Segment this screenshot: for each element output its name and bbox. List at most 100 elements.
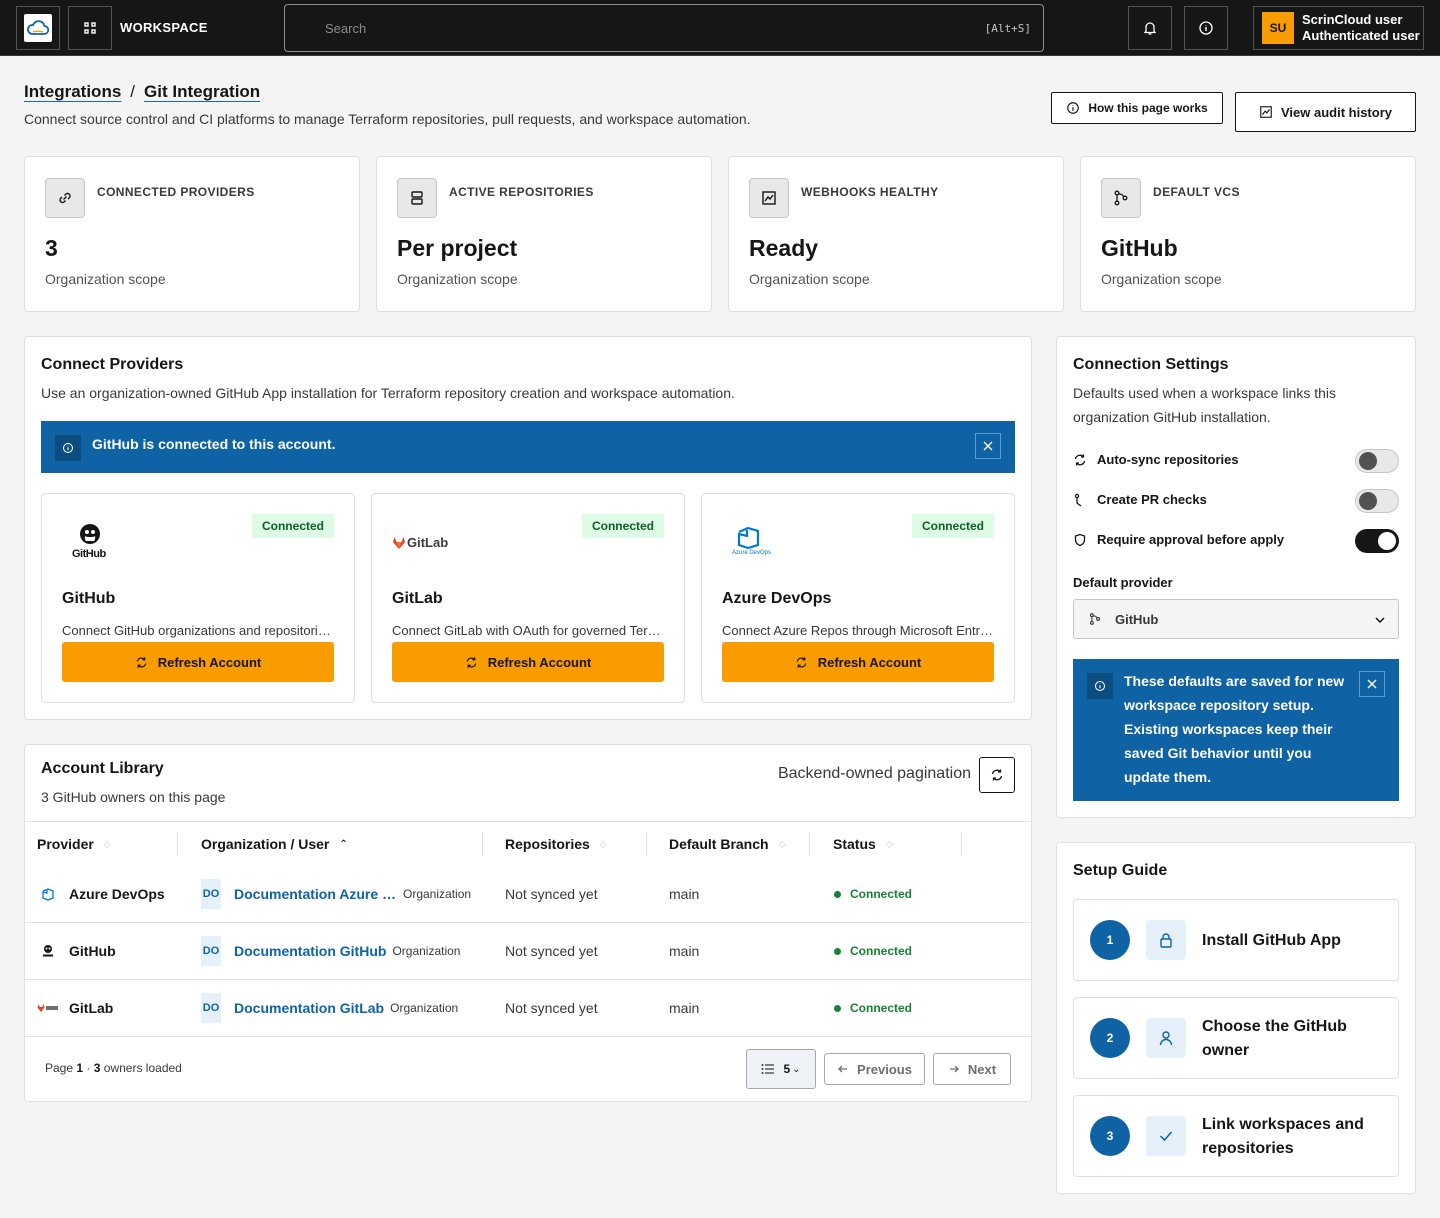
server-icon: [397, 178, 437, 218]
page-size-select[interactable]: 5 ⌄: [746, 1049, 816, 1089]
previous-page-button[interactable]: Previous: [824, 1053, 925, 1085]
provider-card-azure-devops: Azure DevOps Connected Azure DevOps Conn…: [701, 493, 1015, 703]
arrow-right-icon: [949, 1065, 959, 1073]
setup-step-3[interactable]: 3 Link workspaces and repositories: [1073, 1095, 1399, 1177]
github-logo-text: GitHub: [72, 548, 106, 560]
refresh-account-button[interactable]: Refresh Account: [62, 642, 334, 682]
breadcrumb-integrations[interactable]: Integrations: [24, 82, 121, 102]
view-audit-history-label: View audit history: [1280, 104, 1392, 120]
table-row[interactable]: Azure DevOps DO Documentation Azure DevOp…: [25, 866, 1031, 923]
refresh-library-button[interactable]: [979, 757, 1015, 793]
search-input[interactable]: [325, 17, 925, 39]
step-label: Install GitHub App: [1202, 932, 1341, 949]
provider-cell: GitLab: [69, 1000, 114, 1016]
branch-icon: [1089, 613, 1101, 625]
column-label: Default Branch: [669, 836, 769, 852]
close-icon: [983, 441, 993, 451]
connect-providers-title: Connect Providers: [41, 356, 184, 373]
column-label: Provider: [37, 836, 94, 852]
status-badge: Connected: [911, 514, 994, 538]
owner-type: Organization: [390, 1001, 459, 1015]
close-banner-button[interactable]: [975, 433, 1001, 459]
how-page-works-button[interactable]: How this page works: [1051, 92, 1223, 124]
breadcrumb-git-integration[interactable]: Git Integration: [144, 82, 260, 102]
page-subtitle: Connect source control and CI platforms …: [24, 111, 751, 127]
branch-cell: main: [669, 943, 700, 959]
gitlab-logo-text: GitLab: [407, 535, 449, 550]
stat-label: ACTIVE REPOSITORIES: [449, 185, 594, 199]
shield-icon: [1074, 533, 1086, 546]
table-row[interactable]: GitHub DO Documentation GitHub Organizatio…: [25, 923, 1031, 980]
column-header-status[interactable]: Status ◇: [833, 822, 893, 866]
option-pr-checks: Create PR checks: [1073, 492, 1207, 507]
azure-devops-logo-icon: Azure DevOps: [722, 522, 782, 564]
refresh-account-label: Refresh Account: [817, 654, 922, 670]
default-provider-select[interactable]: GitHub: [1073, 599, 1399, 639]
setup-step-1[interactable]: 1 Install GitHub App: [1073, 899, 1399, 981]
column-header-default-branch[interactable]: Default Branch ◇: [669, 822, 786, 866]
notifications-button[interactable]: [1128, 6, 1172, 50]
search-box[interactable]: [Alt+S]: [284, 4, 1044, 52]
provider-description: Connect Azure Repos through Microsoft En…: [722, 623, 994, 638]
provider-cell: Azure DevOps: [69, 886, 165, 902]
pr-checks-toggle[interactable]: [1355, 489, 1399, 513]
activity-icon: [749, 178, 789, 218]
status-badge: Connected: [251, 514, 334, 538]
option-require-approval: Require approval before apply: [1073, 532, 1284, 547]
app-logo[interactable]: [16, 6, 60, 50]
stat-card-webhooks-healthy: WEBHOOKS HEALTHY Ready Organization scop…: [728, 156, 1064, 312]
stat-scope: Organization scope: [45, 271, 166, 287]
search-shortcut: [Alt+S]: [984, 22, 1031, 35]
step-number: 1: [1090, 920, 1130, 960]
auto-sync-toggle[interactable]: [1355, 449, 1399, 473]
toggle-knob: [1378, 532, 1396, 550]
refresh-account-button[interactable]: Refresh Account: [392, 642, 664, 682]
owner-type: Organization: [403, 887, 472, 901]
owner-type: Organization: [392, 944, 461, 958]
refresh-icon: [136, 656, 146, 668]
table-row[interactable]: GitLab DO Documentation GitLab Organizatio…: [25, 980, 1031, 1037]
stat-value: GitHub: [1101, 235, 1178, 261]
azure-logo-text: Azure DevOps: [732, 550, 772, 556]
provider-cell: GitHub: [69, 943, 116, 959]
column-header-organization[interactable]: Organization / User ⌃: [201, 822, 348, 866]
step-label: Choose the GitHub owner: [1202, 1018, 1347, 1059]
pagination-mode-label: Backend-owned pagination: [777, 765, 971, 782]
provider-card-github: GitHub Connected GitHub Connect GitHub o…: [41, 493, 355, 703]
account-library-subtitle: 3 GitHub owners on this page: [41, 789, 226, 805]
step-number: 3: [1090, 1116, 1130, 1156]
status-dot: [834, 890, 841, 898]
require-approval-toggle[interactable]: [1355, 529, 1399, 553]
column-header-repositories[interactable]: Repositories ◇: [505, 822, 607, 866]
view-audit-history-button[interactable]: View audit history: [1235, 92, 1416, 132]
refresh-account-label: Refresh Account: [487, 654, 592, 670]
organization-link[interactable]: Documentation GitLab: [234, 1000, 384, 1016]
setup-step-2[interactable]: 2 Choose the GitHub owner: [1073, 997, 1399, 1079]
user-menu[interactable]: SU ScrinCloud user Authenticated user: [1253, 6, 1424, 50]
gitlab-icon: [37, 1004, 58, 1012]
refresh-icon: [796, 656, 806, 668]
status-badge: Connected: [850, 1001, 913, 1015]
stat-value: 3: [45, 235, 58, 261]
stat-card-default-vcs: DEFAULT VCS GitHub Organization scope: [1080, 156, 1416, 312]
close-icon: [1367, 679, 1377, 689]
refresh-account-button[interactable]: Refresh Account: [722, 642, 994, 682]
option-label: Create PR checks: [1097, 492, 1207, 507]
close-info-button[interactable]: [1359, 671, 1385, 697]
top-bar: WORKSPACE [Alt+S] SU ScrinCloud user Aut…: [0, 0, 1440, 56]
column-header-provider[interactable]: Provider ◇: [37, 822, 111, 866]
next-page-button[interactable]: Next: [933, 1053, 1011, 1085]
repositories-cell: Not synced yet: [505, 1000, 598, 1016]
owner-badge: DO: [201, 936, 221, 966]
info-icon: [1199, 21, 1213, 35]
stat-label: DEFAULT VCS: [1153, 185, 1240, 199]
help-button[interactable]: [1184, 6, 1228, 50]
column-divider: [961, 832, 962, 856]
toggle-knob: [1359, 452, 1377, 470]
organization-link[interactable]: Documentation Azure DevOps: [234, 886, 397, 902]
app-switcher-button[interactable]: [68, 6, 112, 50]
workspace-label: WORKSPACE: [120, 20, 208, 35]
provider-name: GitLab: [392, 590, 443, 607]
repositories-cell: Not synced yet: [505, 886, 598, 902]
organization-link[interactable]: Documentation GitHub: [234, 943, 386, 959]
